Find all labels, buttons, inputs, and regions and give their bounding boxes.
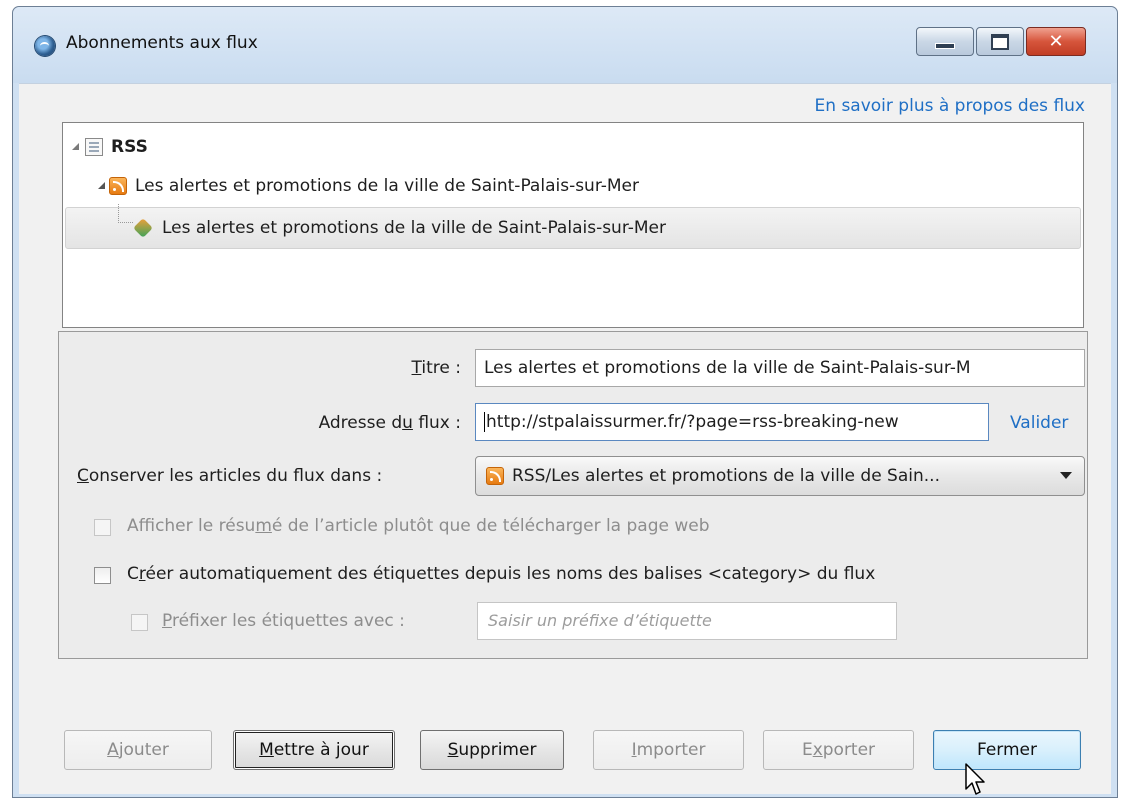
import-button[interactable]: Importer <box>593 730 744 770</box>
autotags-text: C <box>127 564 139 584</box>
feed-url-value: http://stpalaissurmer.fr/?page=rss-break… <box>486 412 899 432</box>
tree-item-rss-folder[interactable]: RSS <box>63 129 1081 165</box>
folder-select-value: RSS/Les alertes et promotions de la vill… <box>512 466 940 486</box>
feed-item-icon <box>134 218 156 238</box>
close-icon: ✕ <box>1048 30 1064 52</box>
prefix-text: réfixer les étiquettes avec : <box>171 611 405 631</box>
tag-prefix-input[interactable]: Saisir un préfixe d’étiquette <box>477 602 897 640</box>
feed-subscriptions-window: Abonnements aux flux ✕ En savoir plus à … <box>12 6 1118 798</box>
chevron-down-icon <box>1060 472 1072 479</box>
title-label-accesskey: T <box>411 358 422 378</box>
autotags-text-end: éer automatiquement des étiquettes depui… <box>145 564 876 584</box>
minimize-button[interactable] <box>916 27 974 56</box>
maximize-button[interactable] <box>976 27 1024 56</box>
export-label: E <box>801 740 813 760</box>
dialog-content: En savoir plus à propos des flux RSS Les… <box>19 83 1111 794</box>
export-accesskey: x <box>812 740 823 760</box>
tree-item-feed-selected[interactable]: Les alertes et promotions de la ville de… <box>65 204 1081 249</box>
prefix-accesskey: P <box>162 611 172 631</box>
tree-item-label: Les alertes et promotions de la ville de… <box>162 218 666 238</box>
folder-label: Conserver les articles du flux dans : <box>77 466 382 486</box>
tree-item-label: RSS <box>111 137 148 157</box>
rss-icon <box>486 467 504 485</box>
show-summary-checkbox[interactable] <box>94 519 111 536</box>
summary-accesskey: m <box>255 516 272 536</box>
url-label: Adresse du flux : <box>319 413 461 433</box>
tree-guide-line <box>118 204 133 223</box>
collapse-toggle-icon[interactable] <box>97 181 107 191</box>
add-label: jouter <box>118 740 169 760</box>
folder-icon <box>85 138 103 156</box>
import-label: mporter <box>636 740 706 760</box>
close-window-button[interactable]: ✕ <box>1026 27 1086 56</box>
title-label: Titre : <box>412 358 461 378</box>
prefix-tags-checkbox[interactable] <box>131 614 148 631</box>
window-title: Abonnements aux flux <box>66 33 258 53</box>
url-label-text: Adresse d <box>318 413 403 433</box>
update-button[interactable]: Mettre à jour <box>233 730 395 770</box>
feed-properties-panel: Titre : Les alertes et promotions de la … <box>58 331 1088 659</box>
title-bar[interactable]: Abonnements aux flux ✕ <box>13 7 1117 83</box>
title-input[interactable]: Les alertes et promotions de la ville de… <box>475 349 1085 387</box>
delete-accesskey: S <box>447 740 459 760</box>
export-label-end: porter <box>822 740 876 760</box>
update-label: ettre à jour <box>273 740 369 760</box>
autotags-accesskey: r <box>138 564 146 584</box>
thunderbird-app-icon <box>35 36 55 56</box>
show-summary-label: Afficher le résumé de l’article plutôt q… <box>127 516 710 536</box>
maximize-icon <box>991 33 1009 50</box>
prefix-tags-label: Préfixer les étiquettes avec : <box>162 611 405 631</box>
folder-select[interactable]: RSS/Les alertes et promotions de la vill… <box>475 456 1085 496</box>
url-label-text-end: flux : <box>412 413 461 433</box>
folder-label-accesskey: C <box>77 466 89 486</box>
rss-icon <box>109 177 127 195</box>
folder-label-text: onserver les articles du flux dans : <box>88 466 383 486</box>
close-button[interactable]: Fermer <box>933 730 1081 770</box>
feed-url-input[interactable]: http://stpalaissurmer.fr/?page=rss-break… <box>475 403 989 441</box>
learn-more-link[interactable]: En savoir plus à propos des flux <box>815 96 1085 116</box>
feed-tree[interactable]: RSS Les alertes et promotions de la vill… <box>62 122 1084 328</box>
update-accesskey: M <box>259 740 274 760</box>
auto-tags-label: Créer automatiquement des étiquettes dep… <box>127 564 875 584</box>
add-button[interactable]: Ajouter <box>64 730 212 770</box>
summary-text: Afficher le résu <box>127 516 256 536</box>
tree-item-label: Les alertes et promotions de la ville de… <box>135 176 639 196</box>
auto-tags-checkbox[interactable] <box>94 567 111 584</box>
delete-label: upprimer <box>458 740 537 760</box>
minimize-icon <box>935 42 955 49</box>
export-button[interactable]: Ex porter <box>763 730 914 770</box>
add-accesskey: A <box>107 740 119 760</box>
collapse-toggle-icon[interactable] <box>71 142 81 152</box>
delete-button[interactable]: Supprimer <box>420 730 564 770</box>
summary-text-end: é de l’article plutôt que de télécharger… <box>271 516 710 536</box>
validate-link[interactable]: Valider <box>1010 413 1068 433</box>
title-label-text: itre : <box>421 358 461 378</box>
mouse-cursor-icon <box>965 763 985 795</box>
text-caret <box>484 412 485 432</box>
url-label-accesskey: u <box>402 413 413 433</box>
tree-item-feed[interactable]: Les alertes et promotions de la ville de… <box>63 168 1081 204</box>
